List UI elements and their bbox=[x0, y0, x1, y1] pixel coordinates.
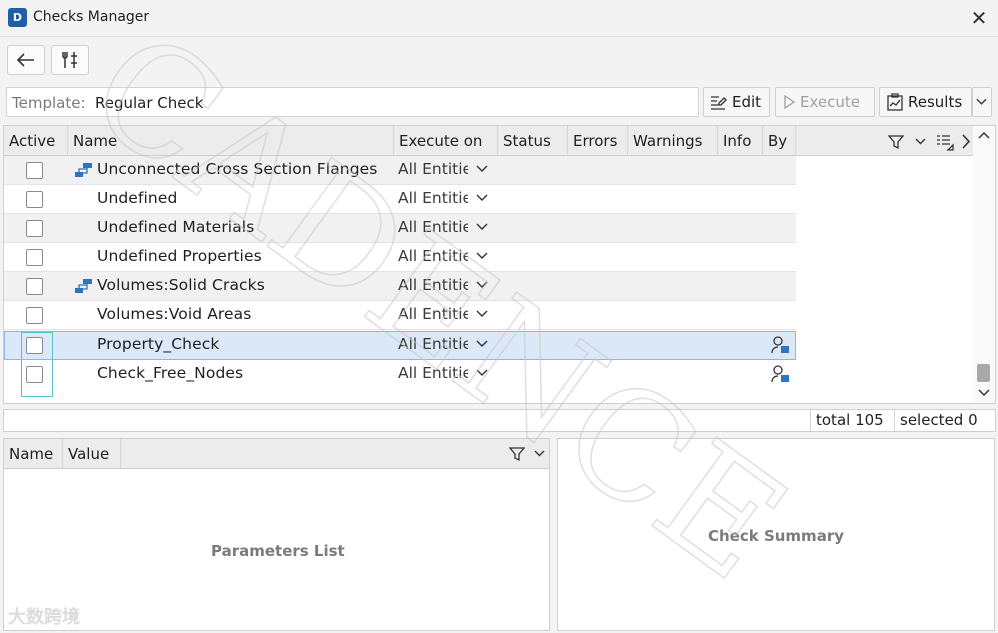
filter-dropdown-icon[interactable] bbox=[915, 138, 926, 145]
table-row[interactable]: Undefined Properties All Entities bbox=[4, 243, 796, 272]
table-row[interactable]: Undefined Materials All Entities bbox=[4, 214, 796, 243]
column-header-name[interactable]: Name bbox=[68, 126, 394, 156]
parameters-placeholder: Parameters List bbox=[211, 542, 345, 560]
results-button[interactable]: Results bbox=[879, 87, 972, 117]
column-header-execute-on[interactable]: Execute on bbox=[394, 126, 498, 156]
check-group-icon bbox=[75, 279, 92, 293]
check-summary-panel: Check Summary bbox=[557, 438, 995, 631]
back-button[interactable] bbox=[7, 45, 45, 75]
results-dropdown-button[interactable] bbox=[972, 87, 992, 117]
row-execute-on[interactable]: All Entities bbox=[398, 247, 468, 265]
column-header-name[interactable]: Name bbox=[4, 439, 63, 469]
table-row[interactable]: Volumes:Void Areas All Entities bbox=[4, 301, 796, 330]
chevron-right-icon[interactable] bbox=[961, 134, 971, 149]
filter-icon[interactable] bbox=[888, 134, 904, 150]
row-name: Unconnected Cross Section Flanges bbox=[97, 160, 378, 178]
chevron-down-icon[interactable] bbox=[476, 340, 488, 348]
user-script-icon bbox=[771, 365, 789, 383]
tools-icon bbox=[62, 52, 77, 68]
chevron-down-icon[interactable] bbox=[476, 165, 488, 173]
parameters-header: Name Value bbox=[4, 439, 549, 469]
row-name: Volumes:Void Areas bbox=[97, 305, 252, 323]
template-value: Regular Check bbox=[95, 94, 204, 112]
column-header-warnings[interactable]: Warnings bbox=[628, 126, 718, 156]
row-execute-on[interactable]: All Entities bbox=[398, 276, 468, 294]
active-checkbox[interactable] bbox=[26, 307, 43, 324]
row-name: Undefined Materials bbox=[97, 218, 255, 236]
column-header-errors[interactable]: Errors bbox=[568, 126, 628, 156]
table-row-selected[interactable]: Property_Check All Entities bbox=[4, 331, 796, 360]
column-chooser-icon[interactable] bbox=[936, 133, 954, 151]
app-logo-icon: D bbox=[8, 8, 27, 27]
table-header: Active Name Execute on Status Errors War… bbox=[4, 126, 973, 156]
column-header-value[interactable]: Value bbox=[63, 439, 121, 469]
row-execute-on[interactable]: All Entities bbox=[398, 364, 468, 382]
active-checkbox[interactable] bbox=[26, 249, 43, 266]
row-name: Volumes:Solid Cracks bbox=[97, 276, 265, 294]
column-header-info[interactable]: Info bbox=[718, 126, 763, 156]
execute-button[interactable]: Execute bbox=[775, 87, 875, 117]
table-row[interactable]: Unconnected Cross Section Flanges All En… bbox=[4, 156, 796, 185]
filter-icon[interactable] bbox=[509, 446, 525, 462]
edit-icon bbox=[711, 96, 727, 110]
edit-label: Edit bbox=[732, 93, 762, 111]
active-checkbox[interactable] bbox=[26, 220, 43, 237]
vertical-scrollbar[interactable] bbox=[973, 126, 995, 403]
active-checkbox[interactable] bbox=[26, 162, 43, 179]
checkbox-focus-outline bbox=[21, 332, 53, 397]
row-name: Property_Check bbox=[97, 335, 220, 353]
row-name: Undefined Properties bbox=[97, 247, 262, 265]
active-checkbox[interactable] bbox=[26, 191, 43, 208]
results-label: Results bbox=[908, 93, 963, 111]
chevron-down-icon[interactable] bbox=[476, 252, 488, 260]
row-execute-on[interactable]: All Entities bbox=[398, 189, 468, 207]
user-script-icon bbox=[771, 336, 789, 354]
chevron-down-icon[interactable] bbox=[476, 369, 488, 377]
template-label: Template: bbox=[12, 94, 86, 112]
play-icon bbox=[784, 95, 796, 109]
edit-button[interactable]: Edit bbox=[703, 87, 770, 117]
arrow-left-icon bbox=[17, 53, 34, 67]
window-title: Checks Manager bbox=[33, 9, 150, 25]
column-header-active[interactable]: Active bbox=[4, 126, 68, 156]
row-name: Undefined bbox=[97, 189, 178, 207]
table-row[interactable]: Check_Free_Nodes All Entities bbox=[4, 360, 796, 389]
status-bar: total 105 selected 0 bbox=[3, 409, 996, 432]
chevron-down-icon[interactable] bbox=[476, 281, 488, 289]
checks-table: Active Name Execute on Status Errors War… bbox=[3, 125, 996, 404]
summary-placeholder: Check Summary bbox=[708, 527, 844, 545]
title-bar: D Checks Manager ✕ bbox=[0, 0, 998, 37]
execute-label: Execute bbox=[800, 93, 860, 111]
chevron-down-icon[interactable] bbox=[476, 310, 488, 318]
scroll-up-icon[interactable] bbox=[978, 131, 990, 139]
watermark-bottom-text: 大数跨境 bbox=[8, 607, 80, 628]
table-row[interactable]: Volumes:Solid Cracks All Entities bbox=[4, 272, 796, 301]
check-group-icon bbox=[75, 163, 92, 177]
total-count: total 105 bbox=[810, 410, 884, 431]
row-execute-on[interactable]: All Entities bbox=[398, 305, 468, 323]
column-header-status[interactable]: Status bbox=[498, 126, 568, 156]
column-header-by[interactable]: By bbox=[763, 126, 796, 156]
tools-button[interactable] bbox=[51, 45, 89, 75]
selected-count: selected 0 bbox=[894, 410, 978, 431]
active-checkbox[interactable] bbox=[26, 278, 43, 295]
close-button[interactable]: ✕ bbox=[966, 6, 992, 30]
template-field[interactable]: Template: Regular Check bbox=[6, 87, 699, 117]
chevron-down-icon[interactable] bbox=[476, 223, 488, 231]
chevron-down-icon bbox=[976, 98, 987, 105]
scroll-down-icon[interactable] bbox=[978, 389, 990, 397]
results-icon bbox=[887, 93, 903, 111]
table-row[interactable]: Undefined All Entities bbox=[4, 185, 796, 214]
parameters-panel: Name Value Parameters List bbox=[3, 438, 550, 631]
row-execute-on[interactable]: All Entities bbox=[398, 160, 468, 178]
filter-dropdown-icon[interactable] bbox=[534, 450, 545, 457]
chevron-down-icon[interactable] bbox=[476, 194, 488, 202]
row-execute-on[interactable]: All Entities bbox=[398, 218, 468, 236]
row-execute-on[interactable]: All Entities bbox=[398, 335, 468, 353]
scroll-thumb[interactable] bbox=[977, 364, 990, 382]
row-name: Check_Free_Nodes bbox=[97, 364, 244, 382]
